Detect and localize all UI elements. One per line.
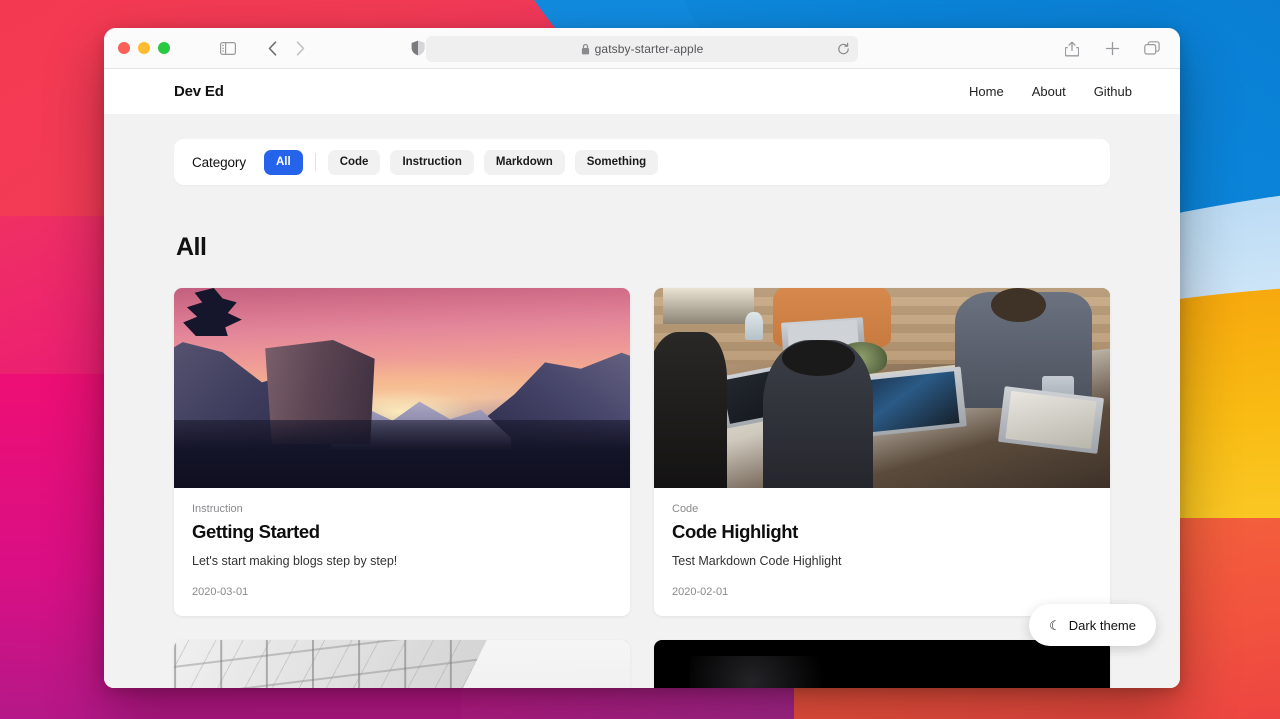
sidebar-icon[interactable] (214, 36, 242, 60)
thumb-shape (654, 332, 727, 488)
page-body: Category All Code Instruction Markdown S… (104, 114, 1180, 688)
nav-link-home[interactable]: Home (969, 84, 1004, 99)
minimize-window-button[interactable] (138, 42, 150, 54)
post-category: Instruction (192, 503, 243, 515)
post-card[interactable]: Instruction Getting Started Let's start … (174, 288, 630, 616)
thumb-shape (991, 288, 1047, 322)
post-thumbnail-architecture (174, 640, 630, 688)
tabs-overview-icon[interactable] (1138, 36, 1166, 60)
post-date: 2020-03-01 (192, 586, 249, 598)
nav-link-github[interactable]: Github (1094, 84, 1132, 99)
post-category: Code (672, 503, 699, 515)
plus-icon[interactable] (1098, 36, 1126, 60)
forward-button[interactable] (286, 36, 314, 60)
thumb-shape (174, 420, 630, 488)
category-chip-markdown[interactable]: Markdown (483, 149, 565, 175)
post-card[interactable] (654, 640, 1110, 688)
dark-theme-toggle-label: Dark theme (1068, 617, 1136, 633)
thumb-shape (183, 288, 242, 336)
post-card-body: Code Code Highlight Test Markdown Code H… (654, 488, 1110, 616)
post-description: Let's start making blogs step by step! (192, 554, 398, 568)
web-page-content: Dev Ed Home About Github Category All Co… (104, 69, 1180, 688)
post-card[interactable]: Code Code Highlight Test Markdown Code H… (654, 288, 1110, 616)
post-card-body: Instruction Getting Started Let's start … (174, 488, 630, 616)
post-card[interactable] (174, 640, 630, 688)
category-filter-bar: Category All Code Instruction Markdown S… (174, 139, 1110, 185)
window-traffic-lights (118, 42, 170, 54)
close-window-button[interactable] (118, 42, 130, 54)
post-thumbnail-dark-laptop (654, 640, 1110, 688)
address-bar[interactable]: gatsby-starter-apple (426, 36, 858, 62)
dark-theme-toggle-button[interactable]: ☾ Dark theme (1029, 604, 1156, 646)
category-chip-all[interactable]: All (263, 149, 303, 175)
site-header: Dev Ed Home About Github (104, 69, 1180, 114)
address-bar-url: gatsby-starter-apple (594, 42, 704, 56)
category-chip-something[interactable]: Something (574, 149, 659, 175)
browser-toolbar: gatsby-starter-apple (104, 28, 1180, 69)
category-label: Category (192, 154, 246, 170)
post-thumbnail-yosemite (174, 288, 630, 488)
thumb-shape (781, 340, 855, 376)
post-title: Code Highlight (672, 521, 798, 542)
toolbar-right-actions (1058, 36, 1166, 60)
reload-icon[interactable] (837, 42, 850, 56)
post-card-grid: Instruction Getting Started Let's start … (174, 288, 1110, 688)
nav-link-about[interactable]: About (1032, 84, 1066, 99)
maximize-window-button[interactable] (158, 42, 170, 54)
back-button[interactable] (258, 36, 286, 60)
desktop-background: gatsby-starter-apple Dev Ed Home About G… (0, 0, 1280, 719)
share-icon[interactable] (1058, 36, 1086, 60)
moon-icon: ☾ (1049, 617, 1061, 633)
thumb-shape (690, 656, 846, 688)
site-navigation: Home About Github (969, 84, 1132, 99)
site-logo[interactable]: Dev Ed (174, 83, 224, 100)
category-divider (314, 153, 316, 171)
page-title: All (176, 233, 207, 261)
category-chip-instruction[interactable]: Instruction (390, 149, 474, 175)
post-title: Getting Started (192, 521, 320, 542)
thumb-shape (663, 288, 755, 324)
safari-browser-window: gatsby-starter-apple Dev Ed Home About G… (104, 28, 1180, 688)
lock-icon (581, 43, 590, 55)
post-description: Test Markdown Code Highlight (672, 554, 842, 568)
thumb-shape (745, 312, 764, 340)
post-date: 2020-02-01 (672, 586, 729, 598)
post-thumbnail-laptops (654, 288, 1110, 488)
category-chip-code[interactable]: Code (327, 149, 381, 175)
